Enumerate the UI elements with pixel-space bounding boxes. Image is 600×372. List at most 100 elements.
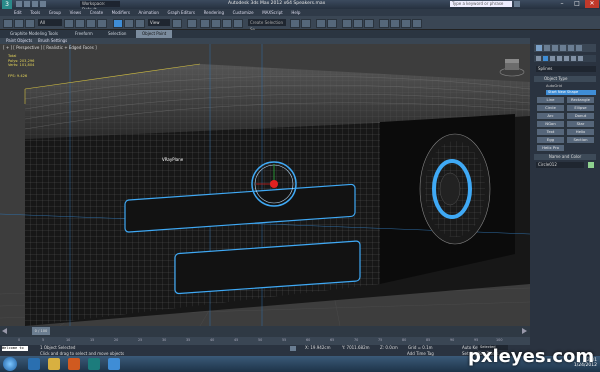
spinner-snap-button[interactable] — [233, 19, 243, 28]
object-type-rollout[interactable]: Object Type — [534, 76, 596, 82]
app-logo-icon[interactable]: 3 — [2, 0, 12, 9]
section-button[interactable]: Section — [566, 136, 595, 144]
select-rotate-button[interactable] — [124, 19, 134, 28]
percent-snap-button[interactable] — [222, 19, 232, 28]
menu-help[interactable]: Help — [291, 10, 300, 15]
ngon-button[interactable]: NGon — [536, 120, 565, 128]
object-color-swatch[interactable] — [588, 162, 594, 168]
selection-filter-dropdown[interactable]: All — [38, 19, 62, 26]
menu-tools[interactable]: Tools — [30, 10, 40, 15]
time-slider-thumb[interactable]: 0 / 100 — [32, 327, 50, 335]
menu-edit[interactable]: Edit — [14, 10, 22, 15]
menu-group[interactable]: Group — [49, 10, 61, 15]
rectangle-button[interactable]: Rectangle — [566, 96, 595, 104]
align-button[interactable] — [301, 19, 311, 28]
undo-button[interactable] — [3, 19, 13, 28]
explorer-icon[interactable] — [48, 358, 60, 370]
workspace-dropdown[interactable]: Workspace: Default — [80, 1, 120, 12]
media-player-icon[interactable] — [68, 358, 80, 370]
search-icon[interactable] — [514, 1, 520, 7]
geometry-icon[interactable] — [536, 56, 541, 61]
render-production-button[interactable] — [401, 19, 411, 28]
pivot-center-button[interactable] — [172, 19, 182, 28]
autogrid-checkbox[interactable]: AutoGrid — [546, 84, 594, 89]
menu-views[interactable]: Views — [70, 10, 82, 15]
spacewarps-icon[interactable] — [571, 56, 576, 61]
egg-button[interactable]: Egg — [536, 136, 565, 144]
donut-button[interactable]: Donut — [566, 112, 595, 120]
select-scale-button[interactable] — [135, 19, 145, 28]
maximize-button[interactable]: □ — [570, 0, 584, 8]
menu-graph-editors[interactable]: Graph Editors — [168, 10, 195, 15]
line-button[interactable]: Line — [536, 96, 565, 104]
z-coordinate[interactable]: Z: 0.0cm — [380, 345, 398, 350]
name-and-color-rollout[interactable]: Name and Color — [534, 154, 596, 160]
close-button[interactable]: ✕ — [585, 0, 599, 8]
select-move-button[interactable] — [113, 19, 123, 28]
track-bar[interactable]: 0 5 10 15 20 25 30 35 40 45 50 55 60 65 … — [0, 337, 530, 345]
create-tab-icon[interactable] — [536, 45, 542, 51]
redo-button[interactable] — [14, 19, 24, 28]
modify-tab-icon[interactable] — [544, 45, 550, 51]
tab-freeform[interactable]: Freeform — [75, 30, 93, 38]
search-input[interactable]: Type a keyword or phrase — [450, 1, 512, 7]
save-icon[interactable] — [16, 1, 22, 7]
rendered-frame-window-button[interactable] — [390, 19, 400, 28]
cameras-icon[interactable] — [557, 56, 562, 61]
lock-selection-icon[interactable] — [290, 346, 296, 351]
start-button-icon[interactable] — [3, 357, 17, 371]
tab-selection[interactable]: Selection — [108, 30, 126, 38]
circle-button[interactable]: Circle — [536, 104, 565, 112]
menu-maxscript[interactable]: MAXScript — [262, 10, 283, 15]
render-setup-button[interactable] — [379, 19, 389, 28]
curve-editor-button[interactable] — [342, 19, 352, 28]
helpers-icon[interactable] — [564, 56, 569, 61]
menu-modifiers[interactable]: Modifiers — [112, 10, 130, 15]
redo-icon[interactable] — [40, 1, 46, 7]
systems-icon[interactable] — [578, 56, 583, 61]
window-crossing-button[interactable] — [97, 19, 107, 28]
lights-icon[interactable] — [550, 56, 555, 61]
perspective-viewport[interactable]: [ + ] [ Perspective ] [ Realistic + Edge… — [0, 44, 530, 326]
text-button[interactable]: Text — [536, 128, 565, 136]
tab-object-paint[interactable]: Object Paint — [136, 30, 173, 38]
y-coordinate[interactable]: Y: 7011.682m — [342, 345, 370, 350]
star-button[interactable]: Star — [566, 120, 595, 128]
minimize-button[interactable]: – — [555, 0, 569, 8]
rect-region-button[interactable] — [86, 19, 96, 28]
named-selection-sets-field[interactable]: Create Selection Se — [248, 19, 286, 32]
menu-customize[interactable]: Customize — [233, 10, 254, 15]
angle-snap-button[interactable] — [211, 19, 221, 28]
object-name-field[interactable]: Circle012 — [536, 162, 584, 168]
mirror-button[interactable] — [290, 19, 300, 28]
photoshop-taskbar-icon[interactable] — [108, 358, 120, 370]
menu-create[interactable]: Create — [90, 10, 103, 15]
maxscript-listener[interactable]: Welcome to — [2, 346, 28, 351]
viewport-label[interactable]: [ + ] [ Perspective ] [ Realistic + Edge… — [3, 45, 97, 50]
category-dropdown[interactable]: Splines — [536, 66, 596, 72]
layer-manager-button[interactable] — [316, 19, 326, 28]
reference-coordinate-dropdown[interactable]: View — [148, 19, 170, 26]
utilities-tab-icon[interactable] — [576, 45, 582, 51]
snaps-toggle-button[interactable] — [200, 19, 210, 28]
menu-animation[interactable]: Animation — [139, 10, 159, 15]
tab-graphite-modeling-tools[interactable]: Graphite Modeling Tools — [10, 30, 58, 38]
time-slider[interactable]: 0 / 100 — [0, 326, 530, 337]
arc-button[interactable]: Arc — [536, 112, 565, 120]
undo-icon[interactable] — [32, 1, 38, 7]
ie-icon[interactable] — [28, 358, 40, 370]
helix-pro-button[interactable]: Helix Pro — [536, 144, 565, 152]
select-by-name-button[interactable] — [75, 19, 85, 28]
prev-frame-icon[interactable] — [2, 328, 7, 334]
menu-rendering[interactable]: Rendering — [204, 10, 224, 15]
render-iterative-button[interactable] — [412, 19, 422, 28]
viewcube-icon[interactable] — [500, 56, 524, 70]
graphite-toggle-button[interactable] — [327, 19, 337, 28]
3dsmax-taskbar-icon[interactable] — [88, 358, 100, 370]
start-new-shape-checkbox[interactable]: Start New Shape — [546, 90, 596, 95]
helix-button[interactable]: Helix — [566, 128, 595, 136]
schematic-view-button[interactable] — [353, 19, 363, 28]
motion-tab-icon[interactable] — [560, 45, 566, 51]
link-button[interactable] — [25, 19, 35, 28]
next-frame-icon[interactable] — [522, 328, 527, 334]
